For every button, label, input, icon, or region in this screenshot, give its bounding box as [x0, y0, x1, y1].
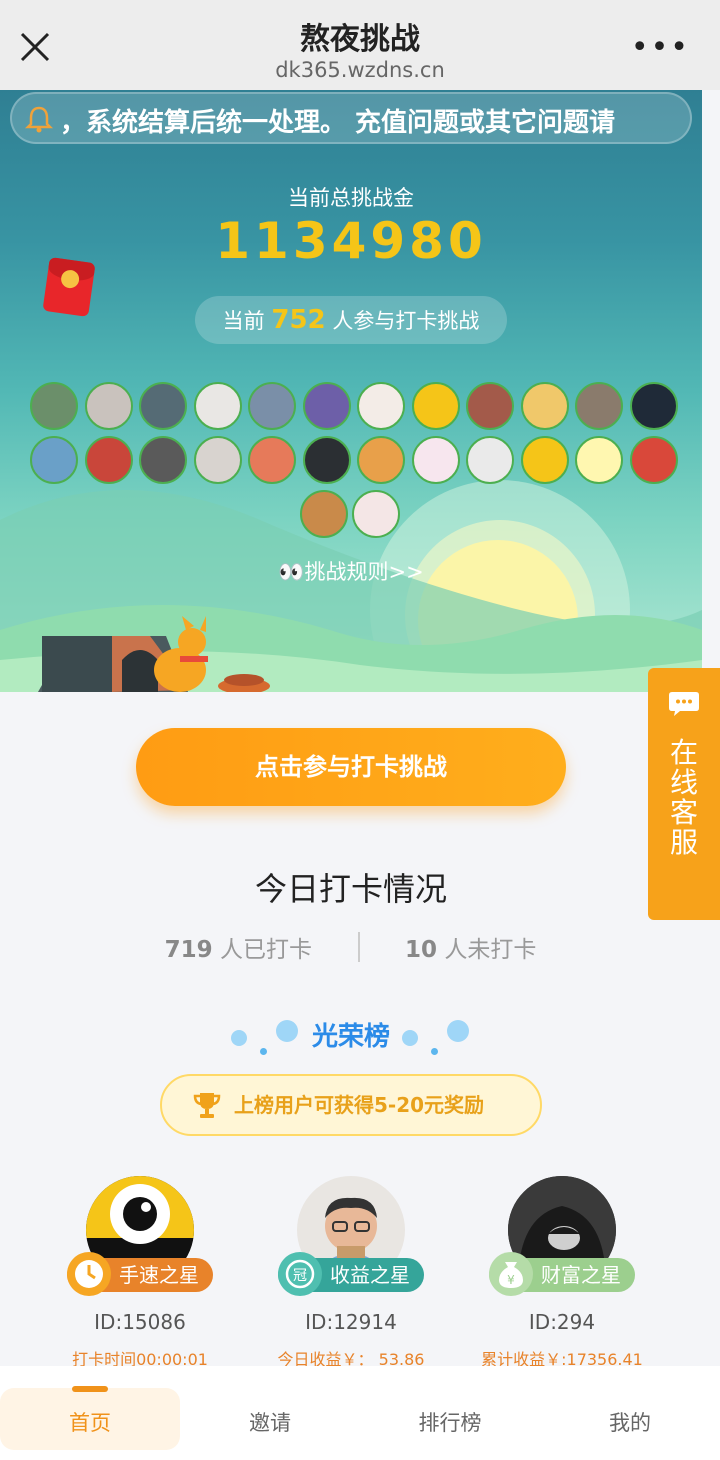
participant-avatar	[302, 382, 351, 430]
participant-avatar	[520, 436, 569, 484]
pool-amount: 1134980	[215, 212, 487, 270]
speed-star-id: ID:15086	[94, 1310, 186, 1334]
participant-avatar	[193, 436, 242, 484]
participant-avatar	[84, 382, 133, 430]
clock-icon	[67, 1252, 111, 1296]
challenge-hero: ，系统结算后统一处理。 充值问题或其它问题请 当前总挑战金 1134980 当前…	[0, 90, 702, 692]
tab-leaderboard[interactable]: 排行榜	[360, 1366, 540, 1460]
participants-count: 752	[271, 305, 326, 335]
join-challenge-button[interactable]: 点击参与打卡挑战	[136, 728, 566, 806]
wealth-star-badge: ¥ 财富之星	[489, 1252, 635, 1296]
participant-avatar	[575, 436, 623, 484]
stats-divider	[358, 932, 360, 962]
participant-avatar	[466, 382, 514, 430]
page-title: 熬夜挑战	[300, 22, 420, 57]
participant-avatar	[575, 382, 623, 430]
participant-avatar	[302, 436, 351, 484]
reward-text: 上榜用户可获得5-20元奖励	[234, 1093, 485, 1117]
money-bag-icon: ¥	[489, 1252, 533, 1296]
notice-text: ，系统结算后统一处理。 充值问题或其它问题请	[60, 108, 616, 138]
chat-icon	[669, 692, 699, 716]
more-icon[interactable]: •••	[631, 33, 690, 63]
participant-avatar	[629, 436, 678, 484]
participant-avatar	[411, 436, 460, 484]
speed-star-badge: 手速之星	[67, 1252, 213, 1296]
participant-avatar	[248, 382, 296, 430]
reward-banner: 上榜用户可获得5-20元奖励	[160, 1074, 542, 1136]
participant-avatar	[357, 436, 405, 484]
trophy-icon	[193, 1093, 221, 1118]
participant-avatar	[300, 490, 348, 538]
notice-marquee: ，系统结算后统一处理。 充值问题或其它问题请	[10, 92, 692, 144]
svg-text:冠: 冠	[293, 1268, 307, 1284]
rules-link[interactable]: 👀挑战规则>>	[0, 556, 702, 586]
participant-avatar	[84, 436, 133, 484]
participants-pill: 当前 752 人参与打卡挑战	[195, 296, 507, 344]
participant-avatar	[248, 436, 296, 484]
customer-service-label: 在线客服	[669, 736, 698, 859]
checked-in-stat: 719 人已打卡	[164, 937, 312, 963]
browser-topbar: 熬夜挑战 dk365.wzdns.cn •••	[0, 0, 720, 90]
participant-avatar	[30, 436, 78, 484]
participant-avatar	[411, 382, 460, 430]
participant-avatar	[520, 382, 569, 430]
not-checked-in-stat: 10 人未打卡	[405, 937, 537, 963]
bottom-tab-bar: 首页 邀请 排行榜 我的	[0, 1366, 720, 1460]
svg-text:¥: ¥	[507, 1273, 515, 1287]
participant-avatar	[30, 382, 78, 430]
crown-badge-icon: 冠	[278, 1252, 322, 1296]
participant-avatar	[139, 382, 187, 430]
participant-avatar	[357, 382, 405, 430]
pool-label: 当前总挑战金	[288, 186, 414, 210]
participant-avatar	[352, 490, 400, 538]
bell-icon	[24, 106, 54, 133]
participant-avatar	[629, 382, 678, 430]
tab-invite[interactable]: 邀请	[180, 1366, 360, 1460]
income-star-badge: 冠 收益之星	[278, 1252, 424, 1296]
page-url: dk365.wzdns.cn	[275, 58, 445, 82]
participant-avatar	[139, 436, 187, 484]
tab-mine[interactable]: 我的	[540, 1366, 720, 1460]
tab-home[interactable]: 首页	[0, 1366, 180, 1460]
honor-title: 光荣榜	[311, 1022, 390, 1052]
today-title: 今日打卡情况	[254, 870, 447, 908]
wealth-star-id: ID:294	[528, 1310, 596, 1334]
participant-avatar	[466, 436, 514, 484]
income-star-id: ID:12914	[305, 1310, 397, 1334]
participant-avatar	[193, 382, 242, 430]
